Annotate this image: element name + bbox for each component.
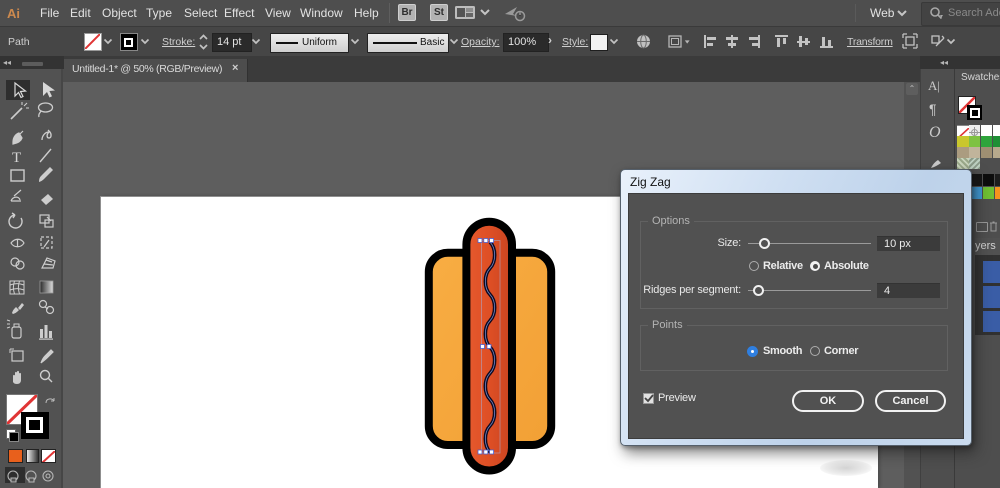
svg-text:T: T	[12, 150, 21, 166]
